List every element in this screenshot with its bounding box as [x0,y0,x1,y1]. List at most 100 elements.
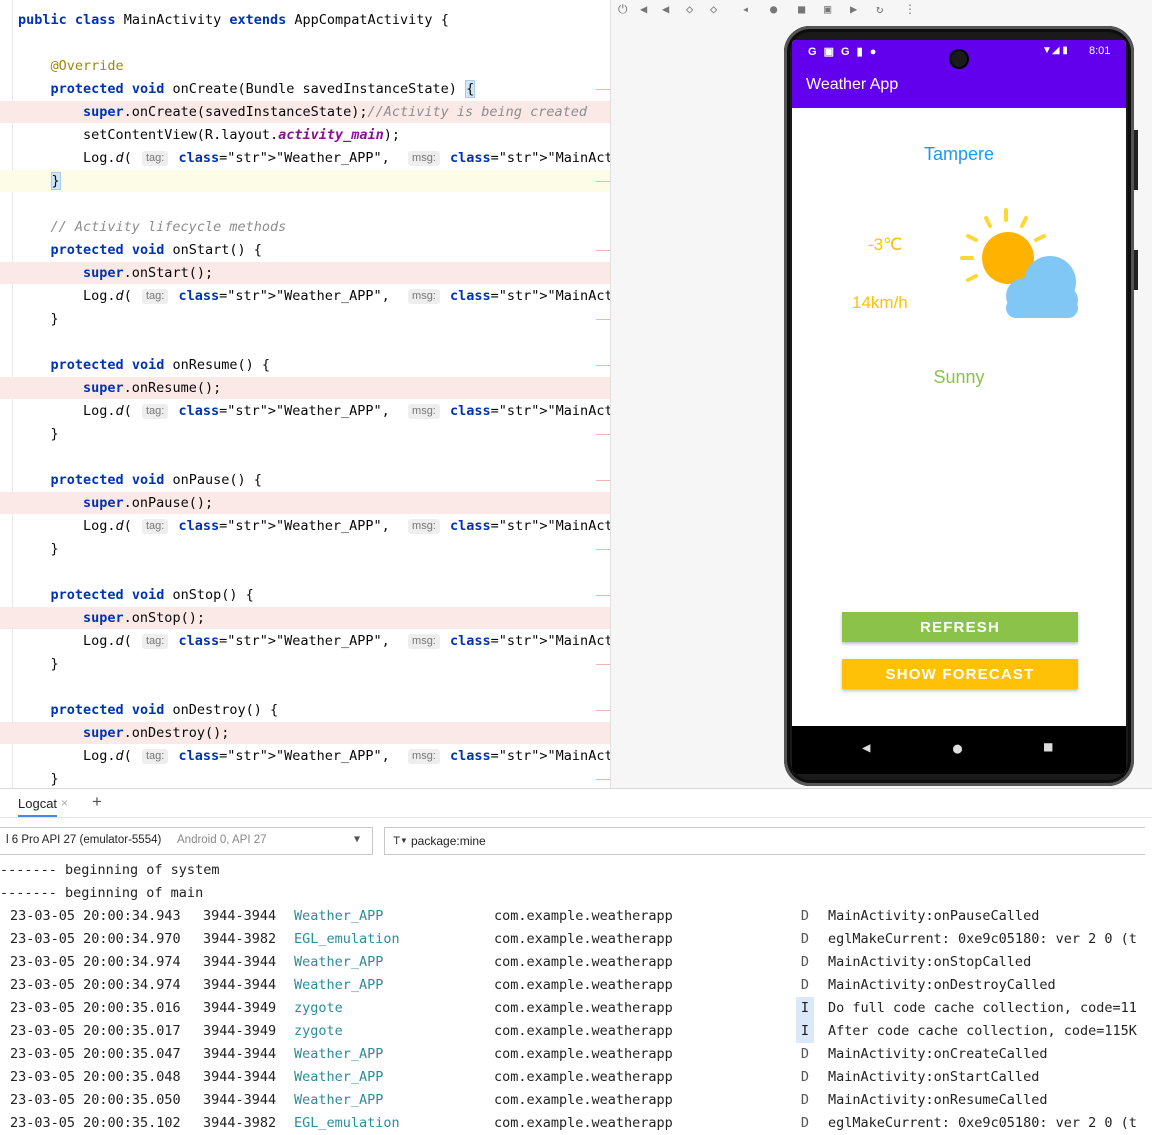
log-row[interactable]: 23-03-05 20:00:35.048 3944-3944 Weather_AP… [0,1066,1152,1089]
code-line[interactable]: super.onStart(); [0,262,610,284]
power-icon[interactable]: ⏻ [618,2,628,17]
code-line[interactable]: protected void onPause() { [0,469,610,491]
code-line[interactable] [0,676,610,698]
log-tag: EGL_emulation [294,931,400,947]
rotate-left-icon[interactable]: ◇ [686,2,693,16]
log-package: com.example.weatherapp [494,1000,673,1016]
volume-down-icon[interactable]: ◀ [662,2,669,16]
show-forecast-button[interactable]: SHOW FORECAST [842,659,1078,689]
code-line[interactable]: } [0,170,610,192]
wind-label: 14km/h [852,293,908,312]
code-line[interactable] [0,561,610,583]
log-tag: Weather_APP [294,1069,384,1085]
volume-up-icon[interactable]: ◀ [640,2,647,16]
log-row[interactable]: 23-03-05 20:00:35.050 3944-3944 Weather_AP… [0,1089,1152,1112]
back-icon[interactable]: ◂ [742,2,749,16]
log-row[interactable]: 23-03-05 20:00:34.974 3944-3944 Weather_AP… [0,951,1152,974]
code-line[interactable]: protected void onStop() { [0,584,610,606]
log-pid: 3944-3944 [203,908,277,924]
log-time: 23-03-05 20:00:34.943 [10,908,181,924]
log-time: 23-03-05 20:00:35.102 [10,1115,181,1131]
log-row[interactable]: 23-03-05 20:00:35.017 3944-3949 zygote com.… [0,1020,1152,1043]
log-message: MainActivity:onPauseCalled [828,908,1040,924]
log-row[interactable]: 23-03-05 20:00:34.943 3944-3944 Weather_AP… [0,905,1152,928]
code-line[interactable]: Log.d( tag: class="str">"Weather_APP", m… [0,745,610,767]
log-row[interactable]: 23-03-05 20:00:35.016 3944-3949 zygote com.… [0,997,1152,1020]
add-tab-icon[interactable]: + [92,792,102,812]
log-row[interactable]: 23-03-05 20:00:35.047 3944-3944 Weather_AP… [0,1043,1152,1066]
nav-back-icon[interactable]: ◀ [862,740,870,756]
code-line[interactable] [0,193,610,215]
more-icon[interactable]: ⋮ [904,2,916,16]
code-line[interactable]: @Override [0,55,610,77]
code-line[interactable]: protected void onCreate(Bundle savedInst… [0,78,610,100]
change-marker [596,365,610,366]
code-editor[interactable]: public class MainActivity extends AppCom… [0,0,610,788]
device-name: l 6 Pro API 27 (emulator-5554) [6,834,162,846]
log-level: D [800,931,810,947]
code-line[interactable]: setContentView(R.layout.activity_main); [0,124,610,146]
change-marker [596,319,610,320]
emulator-toolbar: ⏻ ◀ ◀ ◇ ◇ ◂ ● ■ ▣ ▶ ↻ ⋮ [618,0,938,16]
logcat-panel: Logcat × + l 6 Pro API 27 (emulator-5554… [0,788,1152,1131]
code-line[interactable]: } [0,538,610,560]
nav-recents-icon[interactable]: ■ [1044,739,1052,755]
change-marker [596,89,610,90]
wifi-signal-battery-icon: ▼◢ ▮ [1042,45,1068,56]
log-row[interactable]: 23-03-05 20:00:35.102 3944-3982 EGL_emulat… [0,1112,1152,1135]
code-line[interactable] [0,32,610,54]
code-line[interactable]: super.onResume(); [0,377,610,399]
code-line[interactable]: } [0,768,610,788]
phone-screen[interactable]: G ▣ G ▮ ● ▼◢ ▮ 8:01 Weather App Tampere … [792,40,1126,774]
app-title: Weather App [806,76,899,93]
code-line[interactable]: } [0,423,610,445]
log-pid: 3944-3949 [203,1000,277,1016]
status-notification-icons: G ▣ G ▮ ● [808,46,879,58]
city-label: Tampere [923,144,995,164]
change-marker [596,480,610,481]
logcat-tab[interactable]: Logcat [18,796,57,811]
code-line[interactable]: super.onStop(); [0,607,610,629]
device-selector[interactable]: l 6 Pro API 27 (emulator-5554) Android 0… [0,827,373,855]
record-icon[interactable]: ▶ [850,2,857,16]
code-line[interactable]: public class MainActivity extends AppCom… [0,9,610,31]
code-line[interactable]: Log.d( tag: class="str">"Weather_APP", m… [0,630,610,652]
code-line[interactable] [0,331,610,353]
log-level: D [800,908,810,924]
code-line[interactable]: super.onPause(); [0,492,610,514]
code-line[interactable]: protected void onDestroy() { [0,699,610,721]
filter-query: package:mine [411,834,486,848]
code-line[interactable]: Log.d( tag: class="str">"Weather_APP", m… [0,285,610,307]
log-pid: 3944-3944 [203,1092,277,1108]
code-line[interactable]: protected void onResume() { [0,354,610,376]
rotate-right-icon[interactable]: ◇ [710,2,717,16]
code-line[interactable]: super.onDestroy(); [0,722,610,744]
log-row[interactable]: 23-03-05 20:00:34.974 3944-3944 Weather_AP… [0,974,1152,997]
overview-icon[interactable]: ■ [798,2,805,16]
log-pid: 3944-3982 [203,931,277,947]
code-line[interactable]: Log.d( tag: class="str">"Weather_APP", m… [0,147,610,169]
change-marker [596,664,610,665]
filter-input[interactable]: ⊤▾ package:mine [384,827,1145,855]
code-line[interactable] [0,446,610,468]
code-line[interactable]: protected void onStart() { [0,239,610,261]
code-line[interactable]: Log.d( tag: class="str">"Weather_APP", m… [0,515,610,537]
home-icon[interactable]: ● [770,2,777,16]
temperature-label: -3℃ [868,235,903,254]
screenshot-icon[interactable]: ▣ [824,2,831,16]
snapshot-icon[interactable]: ↻ [876,2,883,16]
refresh-button[interactable]: REFRESH [842,612,1078,642]
log-row[interactable]: 23-03-05 20:00:34.970 3944-3982 EGL_emulat… [0,928,1152,951]
code-line[interactable]: // Activity lifecycle methods [0,216,610,238]
code-line[interactable]: Log.d( tag: class="str">"Weather_APP", m… [0,400,610,422]
code-line[interactable]: } [0,308,610,330]
code-line[interactable]: } [0,653,610,675]
nav-home-icon[interactable]: ● [953,739,962,757]
code-line[interactable]: super.onCreate(savedInstanceState);//Act… [0,101,610,123]
log-level: I [796,1020,814,1043]
close-tab-icon[interactable]: × [61,796,68,810]
log-package: com.example.weatherapp [494,977,673,993]
chevron-down-icon: ▼ [354,834,361,845]
log-header: ------- beginning of system [0,862,220,878]
log-tag: Weather_APP [294,977,384,993]
